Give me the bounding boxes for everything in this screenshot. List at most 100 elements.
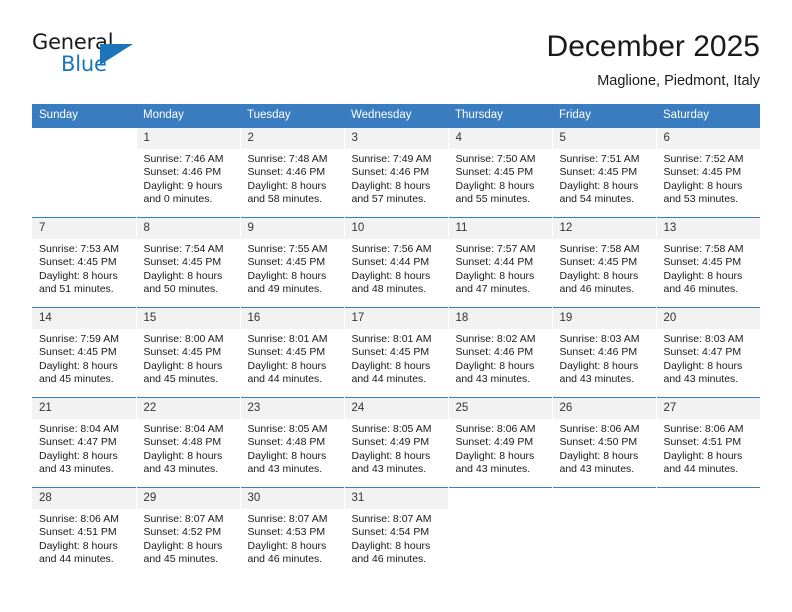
day-details: Sunrise: 7:54 AM Sunset: 4:45 PM Daylight:… xyxy=(137,239,240,297)
general-blue-logo[interactable]: General Blue xyxy=(32,30,162,84)
day-number: 3 xyxy=(344,128,448,149)
calendar-cell[interactable]: 21 Sunrise: 8:04 AM Sunset: 4:47 PM Dayligh… xyxy=(32,397,136,488)
sunset-text: Sunset: 4:53 PM xyxy=(247,526,326,539)
calendar-cell-empty xyxy=(551,487,656,577)
cell-inner: 3 Sunrise: 7:49 AM Sunset: 4:46 PM Daylight… xyxy=(344,128,448,217)
sunrise-text: Sunrise: 8:04 AM xyxy=(39,423,119,435)
calendar-cell[interactable]: 4 Sunrise: 7:50 AM Sunset: 4:45 PM Daylight… xyxy=(447,127,552,218)
day-details: Sunrise: 8:06 AM Sunset: 4:51 PM Daylight:… xyxy=(657,419,761,477)
daylight-line1-text: Daylight: 8 hours xyxy=(143,269,223,282)
calendar-cell[interactable]: 9 Sunrise: 7:55 AM Sunset: 4:45 PM Daylight… xyxy=(239,217,344,308)
daylight-line1-text: Daylight: 8 hours xyxy=(39,359,118,372)
cell-inner: 14 Sunrise: 7:59 AM Sunset: 4:45 PM Dayligh… xyxy=(32,308,136,397)
sunrise-text: Sunrise: 8:05 AM xyxy=(351,423,432,435)
calendar-cell[interactable]: 1 Sunrise: 7:46 AM Sunset: 4:46 PM Daylight… xyxy=(135,127,240,218)
day-details: Sunrise: 7:52 AM Sunset: 4:45 PM Daylight:… xyxy=(657,149,761,207)
sunrise-text: Sunrise: 8:07 AM xyxy=(143,513,224,525)
calendar-cell[interactable]: 31 Sunrise: 8:07 AM Sunset: 4:54 PM Dayligh… xyxy=(343,487,448,577)
day-details: Sunrise: 7:48 AM Sunset: 4:46 PM Daylight:… xyxy=(241,149,344,207)
calendar-cell[interactable]: 23 Sunrise: 8:05 AM Sunset: 4:48 PM Dayligh… xyxy=(239,397,344,488)
calendar-week-row: 28 Sunrise: 8:06 AM Sunset: 4:51 PM Dayligh… xyxy=(32,487,760,577)
cell-inner: 30 Sunrise: 8:07 AM Sunset: 4:53 PM Dayligh… xyxy=(240,488,344,577)
day-number: 18 xyxy=(448,308,552,329)
calendar-cell[interactable]: 18 Sunrise: 8:02 AM Sunset: 4:46 PM Dayligh… xyxy=(447,307,552,398)
calendar-cell[interactable]: 17 Sunrise: 8:01 AM Sunset: 4:45 PM Dayligh… xyxy=(343,307,448,398)
daylight-line1-text: Daylight: 8 hours xyxy=(559,179,639,192)
calendar-cell[interactable]: 25 Sunrise: 8:06 AM Sunset: 4:49 PM Dayligh… xyxy=(447,397,552,488)
page-subtitle: Maglione, Piedmont, Italy xyxy=(597,73,760,89)
sunset-text: Sunset: 4:45 PM xyxy=(663,256,742,269)
day-details: Sunrise: 7:49 AM Sunset: 4:46 PM Daylight:… xyxy=(345,149,448,207)
calendar-cell[interactable]: 24 Sunrise: 8:05 AM Sunset: 4:49 PM Dayligh… xyxy=(343,397,448,488)
sunrise-text: Sunrise: 7:46 AM xyxy=(143,153,224,165)
calendar-cell[interactable]: 19 Sunrise: 8:03 AM Sunset: 4:46 PM Dayligh… xyxy=(551,307,656,398)
sunset-text: Sunset: 4:45 PM xyxy=(247,256,326,269)
sunrise-text: Sunrise: 7:59 AM xyxy=(39,333,119,345)
sunset-text: Sunset: 4:46 PM xyxy=(143,166,222,179)
calendar-cell[interactable]: 5 Sunrise: 7:51 AM Sunset: 4:45 PM Daylight… xyxy=(551,127,656,218)
calendar-cell[interactable]: 8 Sunrise: 7:54 AM Sunset: 4:45 PM Daylight… xyxy=(135,217,240,308)
sunset-text: Sunset: 4:45 PM xyxy=(663,166,742,179)
daylight-line2-text: and 43 minutes. xyxy=(663,373,739,386)
day-number xyxy=(552,488,656,509)
cell-inner: 28 Sunrise: 8:06 AM Sunset: 4:51 PM Dayligh… xyxy=(32,488,136,577)
column-header-monday: Monday xyxy=(136,104,240,128)
calendar-cell[interactable]: 11 Sunrise: 7:57 AM Sunset: 4:44 PM Dayligh… xyxy=(447,217,552,308)
daylight-line1-text: Daylight: 8 hours xyxy=(663,179,743,192)
cell-inner: 9 Sunrise: 7:55 AM Sunset: 4:45 PM Daylight… xyxy=(240,218,344,307)
cell-inner: 8 Sunrise: 7:54 AM Sunset: 4:45 PM Daylight… xyxy=(136,218,240,307)
calendar-cell[interactable]: 29 Sunrise: 8:07 AM Sunset: 4:52 PM Dayligh… xyxy=(135,487,240,577)
calendar-cell[interactable]: 7 Sunrise: 7:53 AM Sunset: 4:45 PM Daylight… xyxy=(32,217,136,308)
calendar-cell[interactable]: 12 Sunrise: 7:58 AM Sunset: 4:45 PM Dayligh… xyxy=(551,217,656,308)
calendar-cell[interactable]: 2 Sunrise: 7:48 AM Sunset: 4:46 PM Daylight… xyxy=(239,127,344,218)
calendar-cell[interactable]: 28 Sunrise: 8:06 AM Sunset: 4:51 PM Dayligh… xyxy=(32,487,136,577)
day-number: 26 xyxy=(552,398,656,419)
daylight-line2-text: and 54 minutes. xyxy=(559,193,635,206)
daylight-line1-text: Daylight: 8 hours xyxy=(39,449,118,462)
daylight-line1-text: Daylight: 8 hours xyxy=(39,269,118,282)
daylight-line2-text: and 43 minutes. xyxy=(247,463,323,476)
calendar-cell[interactable]: 27 Sunrise: 8:06 AM Sunset: 4:51 PM Dayligh… xyxy=(655,397,761,488)
day-number: 4 xyxy=(448,128,552,149)
calendar-cell[interactable]: 15 Sunrise: 8:00 AM Sunset: 4:45 PM Dayligh… xyxy=(135,307,240,398)
sunset-text: Sunset: 4:50 PM xyxy=(559,436,638,449)
calendar-cell[interactable]: 16 Sunrise: 8:01 AM Sunset: 4:45 PM Dayligh… xyxy=(239,307,344,398)
cell-inner: 21 Sunrise: 8:04 AM Sunset: 4:47 PM Dayligh… xyxy=(32,398,136,487)
daylight-line1-text: Daylight: 8 hours xyxy=(247,449,327,462)
calendar-cell[interactable]: 6 Sunrise: 7:52 AM Sunset: 4:45 PM Daylight… xyxy=(655,127,761,218)
calendar-cell[interactable]: 14 Sunrise: 7:59 AM Sunset: 4:45 PM Dayligh… xyxy=(32,307,136,398)
sunrise-text: Sunrise: 8:03 AM xyxy=(663,333,744,345)
day-details: Sunrise: 7:58 AM Sunset: 4:45 PM Daylight:… xyxy=(553,239,656,297)
calendar-cell[interactable]: 30 Sunrise: 8:07 AM Sunset: 4:53 PM Dayligh… xyxy=(239,487,344,577)
column-header-thursday: Thursday xyxy=(448,104,552,128)
calendar-cell[interactable]: 26 Sunrise: 8:06 AM Sunset: 4:50 PM Dayligh… xyxy=(551,397,656,488)
daylight-line2-text: and 44 minutes. xyxy=(247,373,323,386)
daylight-line1-text: Daylight: 8 hours xyxy=(351,449,431,462)
day-details: Sunrise: 8:04 AM Sunset: 4:48 PM Daylight:… xyxy=(137,419,240,477)
sunrise-text: Sunrise: 7:54 AM xyxy=(143,243,224,255)
sunrise-text: Sunrise: 8:04 AM xyxy=(143,423,224,435)
daylight-line2-text: and 46 minutes. xyxy=(247,553,323,566)
daylight-line2-text: and 58 minutes. xyxy=(247,193,323,206)
day-number: 29 xyxy=(136,488,240,509)
sunset-text: Sunset: 4:47 PM xyxy=(39,436,117,449)
day-number: 20 xyxy=(656,308,760,329)
sunset-text: Sunset: 4:51 PM xyxy=(39,526,117,539)
calendar-cell[interactable]: 13 Sunrise: 7:58 AM Sunset: 4:45 PM Dayligh… xyxy=(655,217,760,308)
calendar-cell-empty xyxy=(447,487,552,577)
title-block: December 2025 Maglione, Piedmont, Italy xyxy=(547,28,760,92)
day-details: Sunrise: 7:59 AM Sunset: 4:45 PM Daylight:… xyxy=(32,329,136,387)
calendar-cell[interactable]: 3 Sunrise: 7:49 AM Sunset: 4:46 PM Daylight… xyxy=(343,127,448,218)
daylight-line1-text: Daylight: 8 hours xyxy=(559,449,639,462)
calendar-table: Sunday Monday Tuesday Wednesday Thursday Frid… xyxy=(32,104,760,577)
day-number: 16 xyxy=(240,308,344,329)
sunset-text: Sunset: 4:49 PM xyxy=(455,436,534,449)
calendar-body: 1 Sunrise: 7:46 AM Sunset: 4:46 PM Daylight… xyxy=(32,127,761,577)
calendar-cell[interactable]: 20 Sunrise: 8:03 AM Sunset: 4:47 PM Dayligh… xyxy=(655,307,760,398)
sunset-text: Sunset: 4:46 PM xyxy=(559,346,638,359)
calendar-cell[interactable]: 10 Sunrise: 7:56 AM Sunset: 4:44 PM Dayligh… xyxy=(343,217,448,308)
sunrise-text: Sunrise: 8:07 AM xyxy=(351,513,432,525)
daylight-line2-text: and 0 minutes. xyxy=(143,193,213,206)
daylight-line1-text: Daylight: 8 hours xyxy=(247,359,327,372)
calendar-cell[interactable]: 22 Sunrise: 8:04 AM Sunset: 4:48 PM Dayligh… xyxy=(135,397,240,488)
